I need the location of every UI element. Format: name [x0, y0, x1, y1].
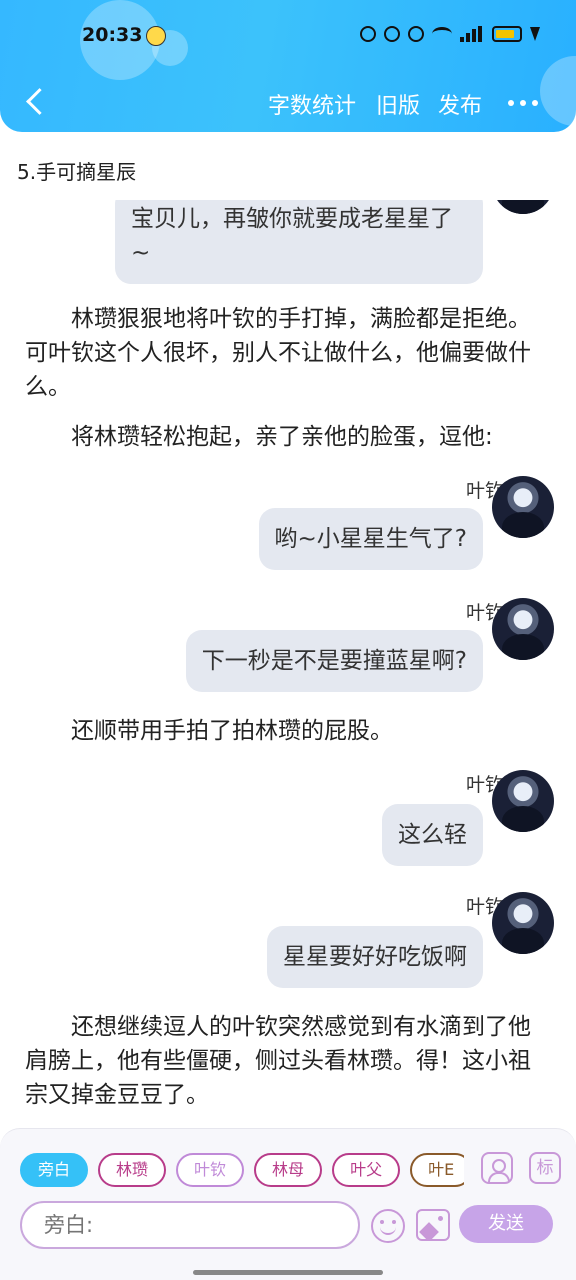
avatar[interactable] — [492, 770, 554, 832]
narration-paragraph[interactable]: 还顺带用手拍了拍林瓒的屁股。 — [25, 714, 547, 748]
status-icons — [360, 26, 540, 42]
role-selector[interactable]: 旁白 林瓒 叶钦 林母 叶父 叶E — [20, 1153, 464, 1189]
send-button[interactable]: 发送 — [459, 1205, 553, 1243]
role-chip-linzan[interactable]: 林瓒 — [98, 1153, 167, 1187]
narration-paragraph[interactable]: 还想继续逗人的叶钦突然感觉到有水滴到了他肩膀上，他有些僵硬，侧过头看林瓒。得！这… — [25, 1010, 547, 1112]
signal-icon — [460, 26, 484, 42]
message-bubble[interactable]: 哟~小星星生气了? — [258, 508, 483, 570]
chapter-title: 5.手可摘星辰 — [17, 160, 137, 184]
chevron-left-icon[interactable] — [22, 86, 50, 116]
message-bubble[interactable]: 星星要好好吃饭啊 — [267, 926, 483, 988]
message-input[interactable] — [20, 1201, 360, 1249]
avatar[interactable] — [492, 598, 554, 660]
word-count-button[interactable]: 字数统计 — [268, 88, 356, 120]
role-chip-more[interactable]: 叶E — [410, 1153, 464, 1187]
alarm-icon — [384, 26, 400, 42]
wifi-icon — [432, 27, 452, 41]
app-notification-icon — [146, 26, 166, 46]
person-card-icon[interactable] — [481, 1152, 513, 1184]
top-header: 20:33 字数统计 旧版 发布 — [0, 0, 576, 132]
status-bar: 20:33 — [0, 18, 576, 54]
emoji-icon[interactable] — [371, 1209, 405, 1243]
message-bubble[interactable]: 宝贝儿，再皱你就要成老星星了~ — [115, 200, 483, 284]
status-time: 20:33 — [82, 24, 143, 46]
narration-paragraph[interactable]: 林瓒狠狠地将叶钦的手打掉，满脸都是拒绝。可叶钦这个人很坏，别人不让做什么，他偏要… — [25, 302, 547, 404]
message-bubble[interactable]: 下一秒是不是要撞蓝星啊? — [185, 630, 483, 692]
role-chip-narrator[interactable]: 旁白 — [20, 1153, 89, 1187]
data-saver-icon — [360, 26, 376, 42]
charging-icon — [530, 27, 540, 41]
avatar[interactable] — [492, 200, 554, 214]
story-content[interactable]: 宝贝儿，再皱你就要成老星星了~ 林瓒狠狠地将叶钦的手打掉，满脸都是拒绝。可叶钦这… — [0, 200, 576, 1120]
publish-button[interactable]: 发布 — [438, 88, 482, 120]
composer-panel: 旁白林瓒叶钦林母叶父叶E 标 发送 — [0, 1128, 576, 1280]
message-bubble[interactable]: 这么轻 — [382, 804, 483, 866]
avatar[interactable] — [492, 892, 554, 954]
role-chip-yefu[interactable]: 叶父 — [332, 1153, 401, 1187]
more-dots-icon[interactable] — [508, 100, 538, 106]
battery-icon — [492, 26, 522, 42]
avatar[interactable] — [492, 476, 554, 538]
nav-bar: 字数统计 旧版 发布 — [0, 80, 576, 124]
tag-icon[interactable]: 标 — [529, 1152, 561, 1184]
image-icon[interactable] — [416, 1209, 450, 1241]
role-chip-linmu[interactable]: 林母 — [254, 1153, 323, 1187]
mute-icon — [408, 26, 424, 42]
narration-paragraph[interactable]: 将林瓒轻松抱起，亲了亲他的脸蛋，逗他: — [25, 420, 547, 454]
old-version-button[interactable]: 旧版 — [376, 88, 420, 120]
home-indicator[interactable] — [193, 1270, 383, 1275]
role-chip-yeqin[interactable]: 叶钦 — [176, 1153, 245, 1187]
